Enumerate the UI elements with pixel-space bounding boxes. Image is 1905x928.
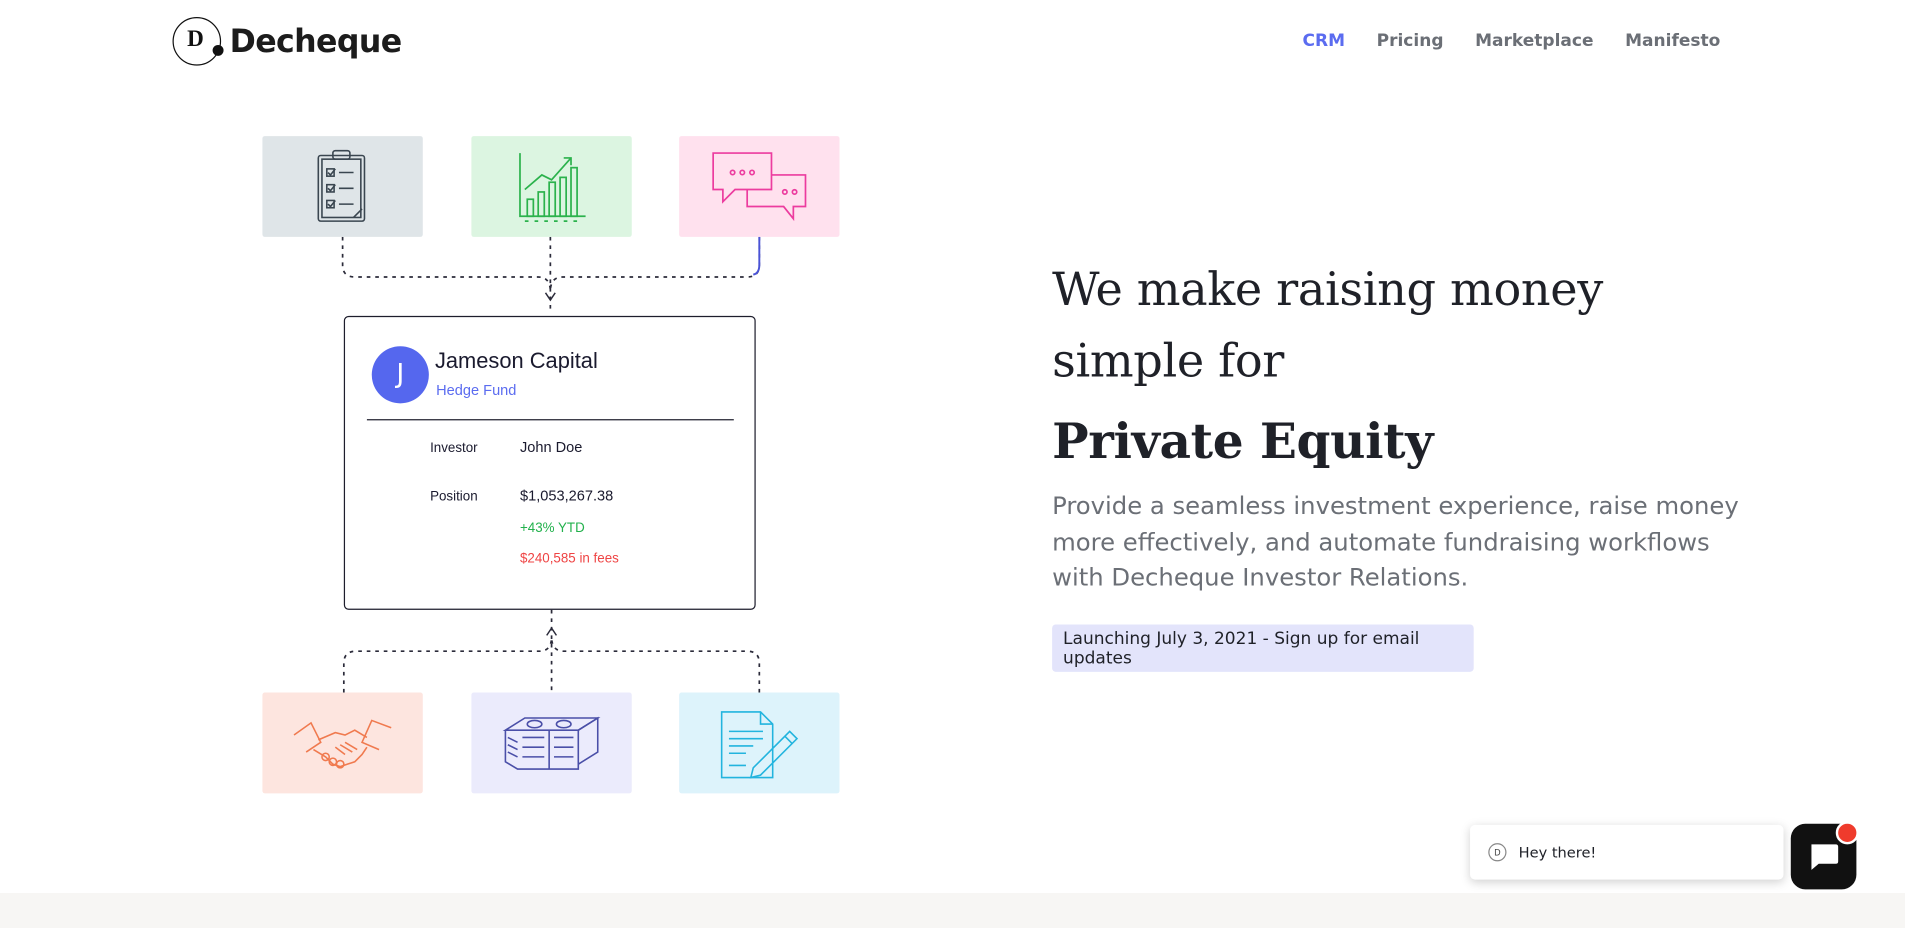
email-signup-button[interactable]: Launching July 3, 2021 - Sign up for ema… [1052,624,1474,672]
avatar: J [371,346,429,404]
nav-link-crm[interactable]: CRM [1303,32,1346,51]
fees-amount: $240,585 in fees [519,551,619,567]
chat-greeting-bubble[interactable]: D Hey there! [1470,824,1784,880]
divider [366,419,734,421]
nav-link-manifesto[interactable]: Manifesto [1625,32,1720,51]
handshake-icon [293,718,392,769]
nav-link-pricing[interactable]: Pricing [1377,32,1444,51]
brand-name: Decheque [229,24,403,61]
chat-bubbles-icon [712,151,807,221]
tile-tasks [262,136,423,237]
investor-name: Jameson Capital [434,348,598,373]
investor-type: Hedge Fund [436,381,517,399]
signed-document-icon [720,710,799,779]
main-nav: CRM Pricing Marketplace Manifesto [1303,32,1721,51]
clipboard-checklist-icon [317,149,366,222]
investor-value: John Doe [519,438,583,456]
hero-heading-highlight: Private Equity [1052,413,1434,471]
notification-dot [1835,821,1859,845]
tile-capital [471,692,632,794]
hero-heading-line-2: simple for [1052,334,1284,388]
ytd-return: +43% YTD [519,521,585,536]
investor-card: J Jameson Capital Hedge Fund Investor Jo… [343,315,756,610]
footer-band [0,892,1905,928]
logo[interactable]: D Decheque [171,16,403,69]
money-stack-icon [502,715,601,770]
logo-mark-icon: D [171,16,224,69]
chat-message: Hey there! [1518,843,1597,861]
position-value: $1,053,267.38 [519,487,614,505]
hero-heading-line-1: We make raising money [1052,262,1603,316]
tile-growth [471,136,632,237]
growth-bar-chart-icon [519,152,586,222]
investor-label: Investor [430,441,478,456]
logo-letter: D [187,26,204,53]
chat-icon [1811,844,1839,870]
tile-deal [262,692,423,794]
nav-link-marketplace[interactable]: Marketplace [1475,32,1593,51]
chat-avatar: D [1488,843,1507,862]
tile-signing [679,692,840,794]
position-label: Position [430,489,478,505]
tile-chat [679,136,840,237]
hero-description: Provide a seamless investment experience… [1052,490,1739,592]
